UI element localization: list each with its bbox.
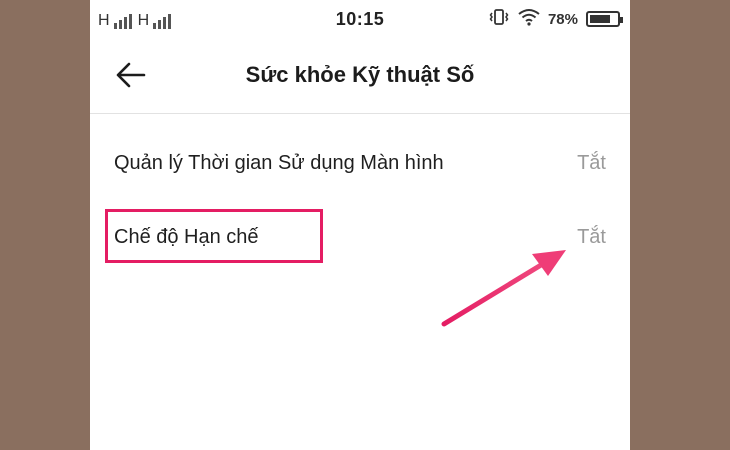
setting-label: Quản lý Thời gian Sử dụng Màn hình [114,152,444,174]
app-header: Sức khỏe Kỹ thuật Số [90,38,630,114]
battery-percent: 78% [547,10,578,28]
wifi-icon [518,8,540,31]
setting-value: Tắt [577,226,606,248]
phone-screen: H H 10:15 78% Sức khỏe Kỹ thuật Số Quản … [90,0,630,450]
battery-icon [586,11,623,27]
settings-list: Quản lý Thời gian Sử dụng Màn hình Tắt C… [90,114,630,266]
battery-level [590,15,611,23]
page-title: Sức khỏe Kỹ thuật Số [245,62,475,87]
setting-screen-time-management[interactable]: Quản lý Thời gian Sử dụng Màn hình Tắt [90,114,630,190]
status-right: 78% [488,8,623,31]
setting-value: Tắt [577,152,606,174]
status-bar: H H 10:15 78% [90,0,630,38]
vibrate-icon [488,8,510,31]
setting-restricted-mode[interactable]: Chế độ Hạn chế Tắt [90,190,630,266]
setting-label: Chế độ Hạn chế [114,226,259,248]
